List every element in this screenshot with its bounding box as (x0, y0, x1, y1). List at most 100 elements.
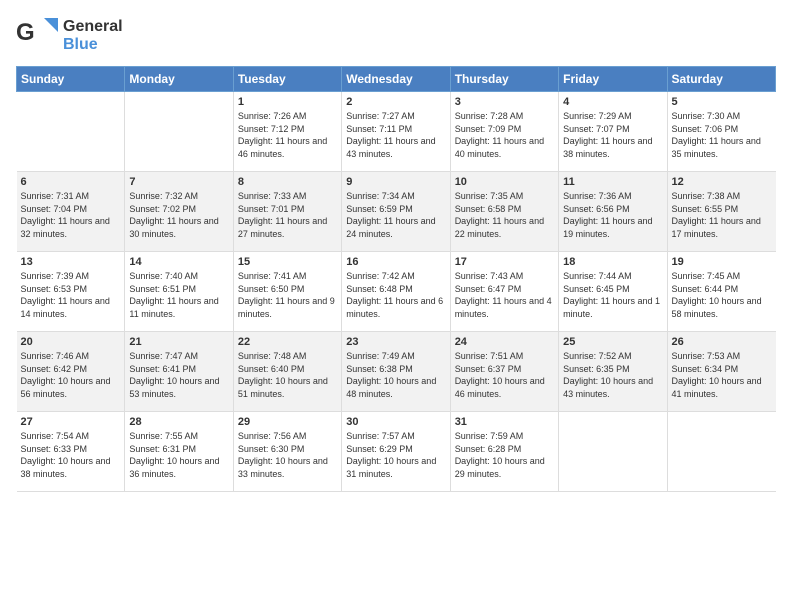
day-number: 19 (672, 256, 772, 268)
day-info: Sunrise: 7:29 AM Sunset: 7:07 PM Dayligh… (563, 110, 662, 160)
header-day-wednesday: Wednesday (342, 67, 450, 92)
header: G GeneralBlue (16, 16, 776, 56)
day-info: Sunrise: 7:39 AM Sunset: 6:53 PM Dayligh… (21, 270, 121, 320)
day-info: Sunrise: 7:53 AM Sunset: 6:34 PM Dayligh… (672, 350, 772, 400)
calendar-cell: 28Sunrise: 7:55 AM Sunset: 6:31 PM Dayli… (125, 412, 233, 492)
day-number: 15 (238, 256, 337, 268)
calendar-cell: 31Sunrise: 7:59 AM Sunset: 6:28 PM Dayli… (450, 412, 558, 492)
day-number: 31 (455, 416, 554, 428)
calendar-cell: 15 Sunrise: 7:41 AM Sunset: 6:50 PM Dayli… (233, 252, 341, 332)
day-info: Sunrise: 7:49 AM Sunset: 6:38 PM Dayligh… (346, 350, 445, 400)
day-number: 20 (21, 336, 121, 348)
logo: G GeneralBlue (16, 16, 123, 56)
day-number: 29 (238, 416, 337, 428)
week-row-1: 6 Sunrise: 7:31 AM Sunset: 7:04 PM Daylig… (17, 172, 776, 252)
day-info: Sunrise: 7:36 AM Sunset: 6:56 PM Dayligh… (563, 190, 662, 240)
day-info: Sunrise: 7:56 AM Sunset: 6:30 PM Dayligh… (238, 430, 337, 480)
calendar-cell: 26 Sunrise: 7:53 AM Sunset: 6:34 PM Dayli… (667, 332, 775, 412)
calendar-cell (667, 412, 775, 492)
calendar-cell (125, 92, 233, 172)
calendar-cell: 22 Sunrise: 7:48 AM Sunset: 6:40 PM Dayli… (233, 332, 341, 412)
logo-blue-text: Blue (63, 36, 98, 53)
day-number: 11 (563, 176, 662, 188)
day-info: Sunrise: 7:27 AM Sunset: 7:11 PM Dayligh… (346, 110, 445, 160)
day-number: 9 (346, 176, 445, 188)
day-info: Sunrise: 7:57 AM Sunset: 6:29 PM Dayligh… (346, 430, 445, 480)
day-info: Sunrise: 7:30 AM Sunset: 7:06 PM Dayligh… (672, 110, 772, 160)
page: G GeneralBlue SundayMondayTuesdayWednesda… (0, 0, 792, 612)
calendar-cell: 1Sunrise: 7:26 AM Sunset: 7:12 PM Daylig… (233, 92, 341, 172)
calendar-cell (17, 92, 125, 172)
day-info: Sunrise: 7:28 AM Sunset: 7:09 PM Dayligh… (455, 110, 554, 160)
day-info: Sunrise: 7:35 AM Sunset: 6:58 PM Dayligh… (455, 190, 554, 240)
calendar-cell: 5 Sunrise: 7:30 AM Sunset: 7:06 PM Daylig… (667, 92, 775, 172)
calendar-cell: 30 Sunrise: 7:57 AM Sunset: 6:29 PM Dayli… (342, 412, 450, 492)
day-info: Sunrise: 7:45 AM Sunset: 6:44 PM Dayligh… (672, 270, 772, 320)
header-day-saturday: Saturday (667, 67, 775, 92)
day-number: 25 (563, 336, 662, 348)
day-number: 24 (455, 336, 554, 348)
day-number: 8 (238, 176, 337, 188)
day-info: Sunrise: 7:38 AM Sunset: 6:55 PM Dayligh… (672, 190, 772, 240)
day-info: Sunrise: 7:55 AM Sunset: 6:31 PM Dayligh… (129, 430, 228, 480)
day-number: 17 (455, 256, 554, 268)
day-number: 10 (455, 176, 554, 188)
svg-text:G: G (16, 19, 35, 46)
day-number: 14 (129, 256, 228, 268)
calendar-cell: 27Sunrise: 7:54 AM Sunset: 6:33 PM Dayli… (17, 412, 125, 492)
calendar-cell: 8 Sunrise: 7:33 AM Sunset: 7:01 PM Daylig… (233, 172, 341, 252)
calendar-cell: 3 Sunrise: 7:28 AM Sunset: 7:09 PM Daylig… (450, 92, 558, 172)
calendar-cell: 14Sunrise: 7:40 AM Sunset: 6:51 PM Dayli… (125, 252, 233, 332)
day-number: 27 (21, 416, 121, 428)
logo-general-text: General (63, 18, 123, 35)
week-row-4: 27Sunrise: 7:54 AM Sunset: 6:33 PM Dayli… (17, 412, 776, 492)
calendar-cell: 10 Sunrise: 7:35 AM Sunset: 6:58 PM Dayli… (450, 172, 558, 252)
day-info: Sunrise: 7:47 AM Sunset: 6:41 PM Dayligh… (129, 350, 228, 400)
day-number: 3 (455, 96, 554, 108)
calendar-table: SundayMondayTuesdayWednesdayThursdayFrid… (16, 66, 776, 492)
day-info: Sunrise: 7:31 AM Sunset: 7:04 PM Dayligh… (21, 190, 121, 240)
header-day-tuesday: Tuesday (233, 67, 341, 92)
calendar-cell: 2Sunrise: 7:27 AM Sunset: 7:11 PM Daylig… (342, 92, 450, 172)
calendar-cell: 12 Sunrise: 7:38 AM Sunset: 6:55 PM Dayli… (667, 172, 775, 252)
day-number: 30 (346, 416, 445, 428)
logo-icon: G (16, 16, 61, 56)
calendar-cell: 20 Sunrise: 7:46 AM Sunset: 6:42 PM Dayli… (17, 332, 125, 412)
day-info: Sunrise: 7:48 AM Sunset: 6:40 PM Dayligh… (238, 350, 337, 400)
calendar-cell: 4 Sunrise: 7:29 AM Sunset: 7:07 PM Daylig… (559, 92, 667, 172)
day-info: Sunrise: 7:42 AM Sunset: 6:48 PM Dayligh… (346, 270, 445, 320)
header-day-sunday: Sunday (17, 67, 125, 92)
logo-text-block: GeneralBlue (63, 18, 123, 53)
day-number: 26 (672, 336, 772, 348)
week-row-3: 20 Sunrise: 7:46 AM Sunset: 6:42 PM Dayli… (17, 332, 776, 412)
calendar-cell: 18Sunrise: 7:44 AM Sunset: 6:45 PM Dayli… (559, 252, 667, 332)
calendar-cell (559, 412, 667, 492)
day-number: 5 (672, 96, 772, 108)
day-number: 21 (129, 336, 228, 348)
day-info: Sunrise: 7:33 AM Sunset: 7:01 PM Dayligh… (238, 190, 337, 240)
calendar-cell: 9Sunrise: 7:34 AM Sunset: 6:59 PM Daylig… (342, 172, 450, 252)
header-day-thursday: Thursday (450, 67, 558, 92)
day-info: Sunrise: 7:52 AM Sunset: 6:35 PM Dayligh… (563, 350, 662, 400)
calendar-cell: 23 Sunrise: 7:49 AM Sunset: 6:38 PM Dayli… (342, 332, 450, 412)
day-number: 12 (672, 176, 772, 188)
calendar-cell: 13 Sunrise: 7:39 AM Sunset: 6:53 PM Dayli… (17, 252, 125, 332)
day-number: 4 (563, 96, 662, 108)
day-info: Sunrise: 7:46 AM Sunset: 6:42 PM Dayligh… (21, 350, 121, 400)
day-number: 6 (21, 176, 121, 188)
day-number: 13 (21, 256, 121, 268)
calendar-cell: 21 Sunrise: 7:47 AM Sunset: 6:41 PM Dayli… (125, 332, 233, 412)
week-row-0: 1Sunrise: 7:26 AM Sunset: 7:12 PM Daylig… (17, 92, 776, 172)
header-day-monday: Monday (125, 67, 233, 92)
day-number: 23 (346, 336, 445, 348)
day-number: 7 (129, 176, 228, 188)
calendar-cell: 24Sunrise: 7:51 AM Sunset: 6:37 PM Dayli… (450, 332, 558, 412)
day-info: Sunrise: 7:43 AM Sunset: 6:47 PM Dayligh… (455, 270, 554, 320)
day-info: Sunrise: 7:44 AM Sunset: 6:45 PM Dayligh… (563, 270, 662, 320)
day-info: Sunrise: 7:32 AM Sunset: 7:02 PM Dayligh… (129, 190, 228, 240)
calendar-cell: 6 Sunrise: 7:31 AM Sunset: 7:04 PM Daylig… (17, 172, 125, 252)
calendar-cell: 17 Sunrise: 7:43 AM Sunset: 6:47 PM Dayli… (450, 252, 558, 332)
calendar-cell: 16Sunrise: 7:42 AM Sunset: 6:48 PM Dayli… (342, 252, 450, 332)
day-info: Sunrise: 7:41 AM Sunset: 6:50 PM Dayligh… (238, 270, 337, 320)
day-number: 22 (238, 336, 337, 348)
